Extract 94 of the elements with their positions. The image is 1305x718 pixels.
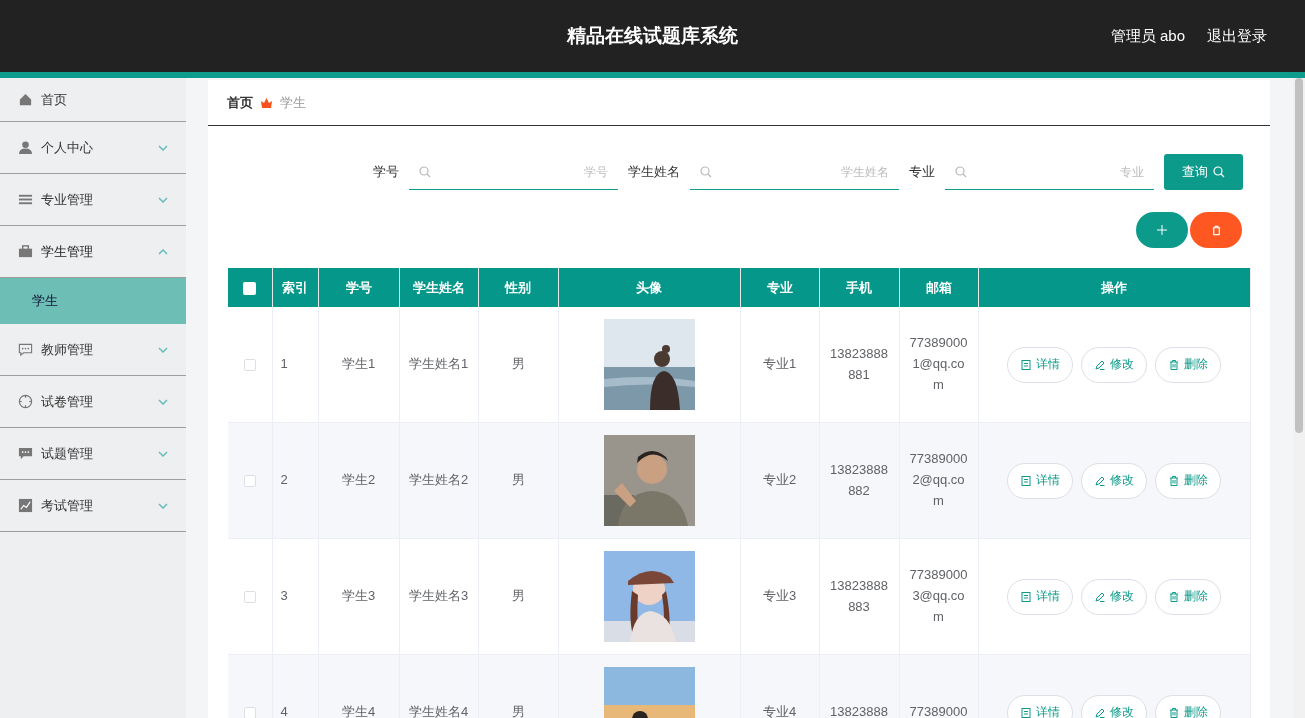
table-cell: 3 <box>280 588 288 604</box>
delete-button[interactable]: 删除 <box>1155 694 1222 718</box>
trash-icon <box>1210 224 1222 236</box>
pencil-icon <box>1094 474 1107 487</box>
column-header: 头像 <box>636 279 662 295</box>
table-cell: 男 <box>511 588 525 604</box>
column-header: 邮箱 <box>925 279 952 295</box>
field-label: 专业 <box>909 163 935 181</box>
breadcrumb-link[interactable]: 学生 <box>280 93 306 112</box>
column-header: 性别 <box>505 279 531 295</box>
search-icon <box>700 166 712 178</box>
table-cell: 专业1 <box>762 356 797 372</box>
table-cell: 773890003@qq.com <box>909 567 968 624</box>
column-header: 专业 <box>766 279 793 295</box>
trash-icon <box>1168 590 1181 603</box>
table-cell: 专业3 <box>762 588 797 604</box>
delete-button[interactable]: 删除 <box>1155 346 1222 383</box>
pencil-icon <box>1094 706 1107 718</box>
table-cell: 男 <box>511 356 525 372</box>
edit-button[interactable]: 修改 <box>1081 462 1148 499</box>
column-header: 学号 <box>345 279 372 295</box>
logout-link[interactable]: 退出登录 <box>1207 26 1267 46</box>
submenu-item[interactable]: 学生 <box>0 278 186 324</box>
scrollbar[interactable] <box>1293 78 1305 718</box>
table-cell: 13823888883 <box>830 577 888 614</box>
table-cell: 77389000 <box>909 704 968 718</box>
user-icon <box>18 140 33 155</box>
trash-icon <box>1168 474 1181 487</box>
document-icon <box>1020 590 1033 603</box>
table-cell: 13823888881 <box>830 345 888 382</box>
table-cell: 男 <box>511 704 525 718</box>
table-cell: 2 <box>280 472 288 488</box>
user-name: 管理员 abo <box>1110 26 1185 46</box>
detail-button[interactable]: 详情 <box>1007 346 1074 383</box>
pencil-icon <box>1094 590 1107 603</box>
column-header: 学生姓名 <box>412 279 465 295</box>
checkbox[interactable] <box>243 590 256 603</box>
edit-button[interactable]: 修改 <box>1081 578 1148 615</box>
column-header: 手机 <box>846 279 872 295</box>
table-cell: 专业4 <box>762 704 797 718</box>
table-cell: 13823888 <box>830 704 888 718</box>
table-cell: 4 <box>280 704 288 718</box>
home-icon <box>18 92 33 107</box>
edit-button[interactable]: 修改 <box>1081 346 1148 383</box>
document-icon <box>1020 706 1033 718</box>
plus-icon <box>1157 225 1167 235</box>
crosshair-icon <box>18 394 33 409</box>
table-cell: 学生4 <box>341 704 376 718</box>
column-header: 索引 <box>282 279 308 295</box>
table-cell: 学生姓名1 <box>408 356 469 372</box>
pencil-icon <box>1094 358 1107 371</box>
field-label: 学生姓名 <box>628 163 680 181</box>
table-cell: 学生姓名3 <box>408 588 469 604</box>
search-icon <box>419 166 431 178</box>
search-icon <box>1213 166 1225 178</box>
delete-button[interactable]: 删除 <box>1155 578 1222 615</box>
edit-button[interactable]: 修改 <box>1081 694 1148 718</box>
table-cell: 学生3 <box>341 588 376 604</box>
breadcrumb-link[interactable]: 首页 <box>227 93 253 112</box>
chart-icon <box>18 498 33 513</box>
table-cell: 学生2 <box>341 472 376 488</box>
table-cell: 专业2 <box>762 472 797 488</box>
field-label: 学号 <box>373 163 399 181</box>
detail-button[interactable]: 详情 <box>1007 462 1074 499</box>
detail-button[interactable]: 详情 <box>1007 694 1074 718</box>
trash-icon <box>1168 706 1181 718</box>
list-icon <box>18 192 33 207</box>
checkbox[interactable] <box>243 474 256 487</box>
crown-icon <box>261 97 272 108</box>
document-icon <box>1020 474 1033 487</box>
table-cell: 13823888882 <box>830 461 888 498</box>
checkbox[interactable] <box>243 358 256 371</box>
delete-button[interactable] <box>1190 212 1242 248</box>
add-button[interactable] <box>1136 212 1188 248</box>
message-icon <box>18 446 33 461</box>
checkbox[interactable] <box>243 282 257 296</box>
table-cell: 学生1 <box>341 356 376 372</box>
table-cell: 773890001@qq.com <box>909 335 968 392</box>
detail-button[interactable]: 详情 <box>1007 578 1074 615</box>
table-cell: 学生姓名2 <box>408 472 469 488</box>
table-cell: 学生姓名4 <box>408 704 469 718</box>
chat-icon <box>18 342 33 357</box>
document-icon <box>1020 358 1033 371</box>
app-title: 精品在线试题库系统 <box>567 25 738 46</box>
briefcase-icon <box>18 244 33 259</box>
trash-icon <box>1168 358 1181 371</box>
delete-button[interactable]: 删除 <box>1155 462 1222 499</box>
column-header: 操作 <box>1101 279 1128 295</box>
table-cell: 773890002@qq.com <box>909 451 968 508</box>
table-cell: 男 <box>511 472 525 488</box>
search-icon <box>955 166 967 178</box>
checkbox[interactable] <box>243 706 256 718</box>
query-button[interactable]: 查询 <box>1164 154 1243 190</box>
table-cell: 1 <box>280 356 288 372</box>
